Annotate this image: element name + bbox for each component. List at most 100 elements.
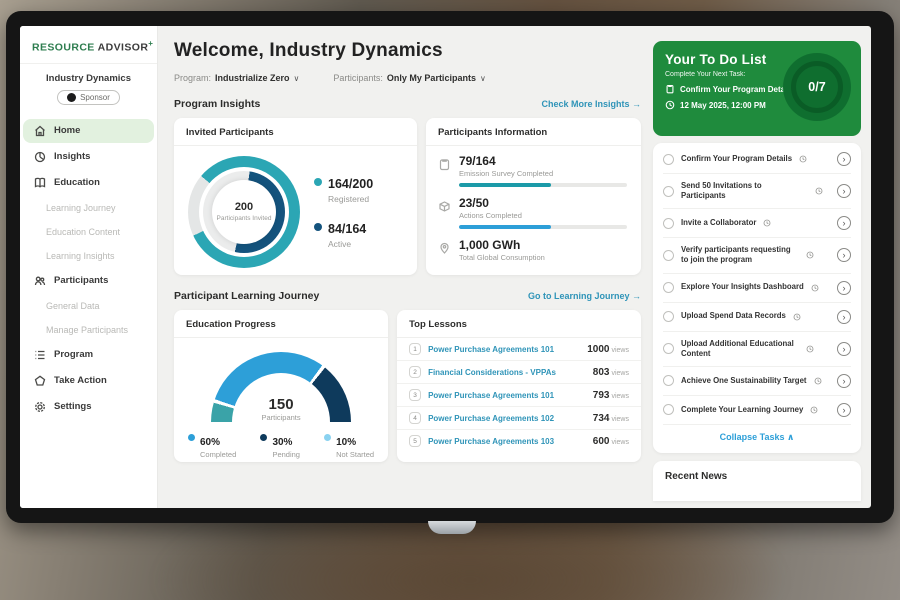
- program-filter[interactable]: Program:Industrialize Zero∨: [174, 73, 299, 83]
- actions-progress-bar: [459, 225, 627, 229]
- donut-center: 200 Participants Invited: [212, 180, 276, 244]
- stat-value: 1,000 GWh: [459, 238, 627, 252]
- views-label: views: [611, 439, 629, 446]
- sidebar-item-insights[interactable]: Insights: [20, 145, 157, 169]
- go-to-learning-journey-link[interactable]: Go to Learning Journey →: [528, 291, 641, 301]
- insights-cards-row: Invited Participants 200 Participants In…: [174, 118, 641, 275]
- task-checkbox[interactable]: [663, 282, 674, 293]
- lesson-row: 3 Power Purchase Agreements 101 793views: [397, 384, 641, 407]
- sidebar-item-label: Learning Insights: [46, 251, 115, 261]
- stat-actions-completed: 23/50 Actions Completed: [438, 196, 627, 229]
- lesson-rank: 1: [409, 343, 421, 355]
- clipboard-icon: [438, 158, 451, 171]
- collapse-tasks-link[interactable]: Collapse Tasks ∧: [663, 425, 851, 451]
- chevron-right-icon[interactable]: ›: [837, 342, 851, 356]
- task-row-invite-collaborator[interactable]: Invite a Collaborator ›: [663, 209, 851, 238]
- sidebar-item-label: Education Content: [46, 227, 120, 237]
- sidebar-item-take-action[interactable]: Take Action: [20, 369, 157, 393]
- stat-value: 23/50: [459, 196, 627, 210]
- sidebar-item-participants[interactable]: Participants: [20, 269, 157, 293]
- task-checkbox[interactable]: [663, 250, 674, 261]
- legend-value: 84/164: [328, 222, 366, 236]
- lesson-row: 1 Power Purchase Agreements 101 1000view…: [397, 338, 641, 361]
- desk-photo-background: { "icons": { "arrow_right": "→", "chevro…: [0, 0, 900, 600]
- chevron-right-icon[interactable]: ›: [837, 216, 851, 230]
- participants-filter[interactable]: Participants:Only My Participants∨: [333, 73, 485, 83]
- task-checkbox[interactable]: [663, 375, 674, 386]
- clock-icon: [793, 313, 801, 321]
- clock-icon: [799, 155, 807, 163]
- sidebar-item-program[interactable]: Program: [20, 343, 157, 367]
- task-row-verify-participants[interactable]: Verify participants requesting to join t…: [663, 238, 851, 273]
- todo-task-list: Confirm Your Program Details › Send 50 I…: [653, 143, 861, 453]
- views-label: views: [611, 347, 629, 354]
- sidebar-item-manage-participants[interactable]: Manage Participants: [20, 319, 157, 341]
- task-checkbox[interactable]: [663, 311, 674, 322]
- chevron-right-icon[interactable]: ›: [837, 403, 851, 417]
- emission-progress-bar: [459, 183, 627, 187]
- insights-icon: [34, 151, 46, 163]
- lesson-link[interactable]: Financial Considerations - VPPAs: [428, 368, 586, 377]
- lesson-link[interactable]: Power Purchase Agreements 103: [428, 437, 586, 446]
- list-icon: [34, 349, 46, 361]
- lesson-link[interactable]: Power Purchase Agreements 101: [428, 345, 580, 354]
- sidebar-item-label: Take Action: [54, 375, 107, 386]
- check-more-insights-link[interactable]: Check More Insights →: [541, 99, 641, 109]
- logo-advisor: ADVISOR: [98, 42, 149, 54]
- task-checkbox[interactable]: [663, 154, 674, 165]
- sponsor-badge-label: Sponsor: [80, 93, 110, 102]
- sidebar-item-home[interactable]: Home: [23, 119, 154, 143]
- task-row-explore-insights[interactable]: Explore Your Insights Dashboard ›: [663, 274, 851, 303]
- task-row-confirm-program[interactable]: Confirm Your Program Details ›: [663, 145, 851, 174]
- task-row-send-invitations[interactable]: Send 50 Invitations to Participants ›: [663, 174, 851, 209]
- sidebar-item-learning-insights[interactable]: Learning Insights: [20, 245, 157, 267]
- navy-dot-icon: [314, 223, 322, 231]
- legend-label: Registered: [328, 194, 373, 204]
- sidebar-item-education-content[interactable]: Education Content: [20, 221, 157, 243]
- legend-value: 30%: [272, 437, 292, 448]
- lesson-views: 600: [593, 436, 610, 447]
- sponsor-icon: [67, 93, 76, 102]
- invited-legend: 164/200 Registered 84/164 Active: [314, 175, 373, 249]
- task-checkbox[interactable]: [663, 343, 674, 354]
- lesson-link[interactable]: Power Purchase Agreements 102: [428, 414, 586, 423]
- todo-next-task-label: Confirm Your Program Details: [680, 85, 794, 94]
- sidebar-item-general-data[interactable]: General Data: [20, 295, 157, 317]
- task-row-upload-spend-data[interactable]: Upload Spend Data Records ›: [663, 303, 851, 332]
- blue-dot-icon: [188, 434, 195, 441]
- invited-donut-chart: 200 Participants Invited: [188, 156, 300, 268]
- dashboard-screen: RESOURCE ADVISOR+ Industry Dynamics Spon…: [20, 26, 871, 508]
- lesson-row: 2 Financial Considerations - VPPAs 803vi…: [397, 361, 641, 384]
- sidebar-item-settings[interactable]: Settings: [20, 395, 157, 419]
- program-filter-label: Program:: [174, 73, 211, 83]
- chevron-right-icon[interactable]: ›: [837, 248, 851, 262]
- lesson-views: 1000: [587, 344, 609, 355]
- chevron-right-icon[interactable]: ›: [837, 152, 851, 166]
- card-title: Invited Participants: [174, 118, 417, 146]
- lesson-link[interactable]: Power Purchase Agreements 101: [428, 391, 586, 400]
- sidebar: RESOURCE ADVISOR+ Industry Dynamics Spon…: [20, 26, 158, 508]
- arrow-right-icon: →: [632, 291, 641, 301]
- task-checkbox[interactable]: [663, 218, 674, 229]
- sidebar-item-label: Manage Participants: [46, 325, 128, 335]
- sidebar-nav: Home Insights Education Learning Journey…: [20, 119, 157, 419]
- task-checkbox[interactable]: [663, 186, 674, 197]
- chevron-right-icon[interactable]: ›: [837, 281, 851, 295]
- sidebar-item-learning-journey[interactable]: Learning Journey: [20, 197, 157, 219]
- task-row-achieve-target[interactable]: Achieve One Sustainability Target ›: [663, 367, 851, 396]
- location-pin-icon: [438, 242, 451, 255]
- learning-cards-row: Education Progress 150 Participants 60% …: [174, 310, 641, 462]
- sponsor-badge[interactable]: Sponsor: [57, 90, 120, 105]
- invited-participants-card: Invited Participants 200 Participants In…: [174, 118, 417, 275]
- legend-label: Pending: [272, 450, 300, 459]
- task-checkbox[interactable]: [663, 404, 674, 415]
- light-blue-dot-icon: [324, 434, 331, 441]
- task-row-complete-learning-journey[interactable]: Complete Your Learning Journey ›: [663, 396, 851, 425]
- chevron-right-icon[interactable]: ›: [837, 310, 851, 324]
- todo-progress-value: 0/7: [791, 61, 843, 113]
- chevron-right-icon[interactable]: ›: [837, 184, 851, 198]
- task-row-upload-educational-content[interactable]: Upload Additional Educational Content ›: [663, 332, 851, 367]
- sidebar-item-education[interactable]: Education: [20, 171, 157, 195]
- chevron-right-icon[interactable]: ›: [837, 374, 851, 388]
- sidebar-item-label: General Data: [46, 301, 100, 311]
